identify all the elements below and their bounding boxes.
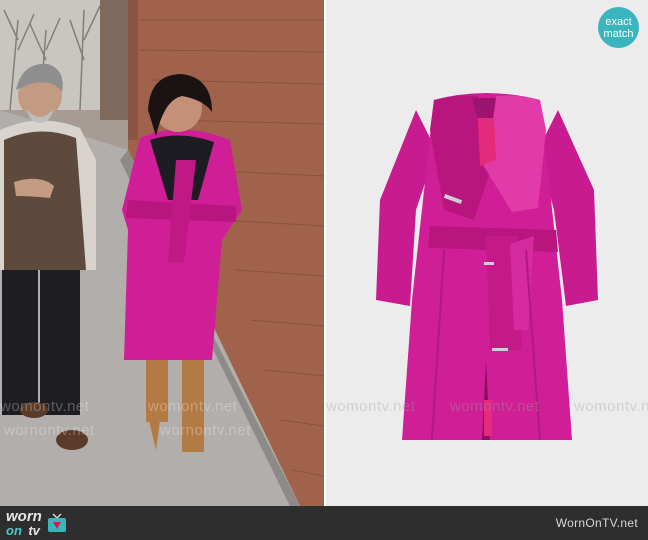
logo-on-text: on [6,522,22,538]
street-photo: womontv.net womontv.net wornontv.net wor… [0,0,324,506]
exact-match-badge: exact match [598,7,639,48]
site-url[interactable]: WornOnTV.net [556,516,638,530]
street-scene [0,0,324,506]
logo-tv-text: tv [28,522,40,538]
footer-bar: worn on tv WornOnTV.net [0,506,648,540]
badge-line-2: match [603,27,634,40]
site-logo[interactable]: worn on tv [6,509,68,538]
pink-wrap-coat [326,0,648,506]
badge-line-1: exact [605,15,632,28]
product-photo: womontv.net womontv.net womontv.net [326,0,648,506]
tv-icon [47,513,66,532]
page: womontv.net womontv.net wornontv.net wor… [0,0,648,540]
